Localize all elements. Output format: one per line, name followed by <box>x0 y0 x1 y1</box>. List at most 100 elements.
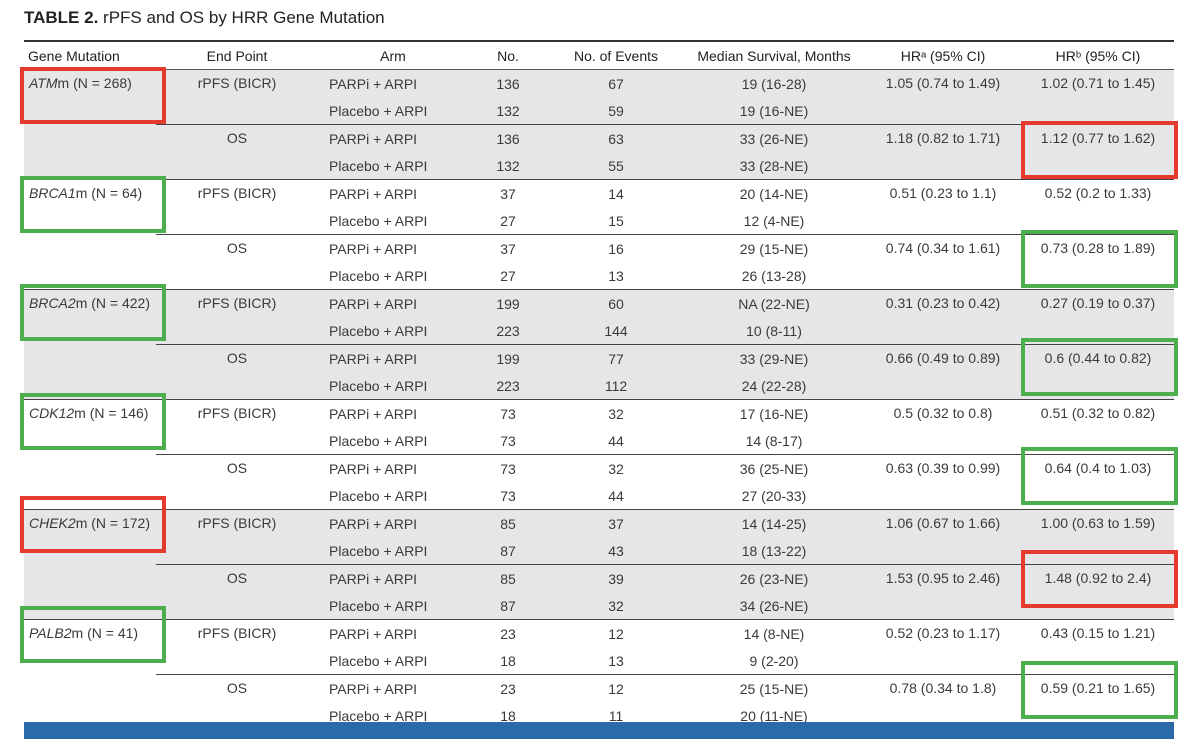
table-row: Placebo + ARPI 223 112 24 (22-28) <box>24 372 1174 400</box>
table-row: Placebo + ARPI 132 59 19 (16-NE) <box>24 97 1174 125</box>
hra-cell <box>864 262 1022 290</box>
table-caption: TABLE 2. rPFS and OS by HRR Gene Mutatio… <box>24 8 385 28</box>
n-cell: 27 <box>468 262 548 290</box>
median-survival-cell: 10 (8-11) <box>684 317 864 345</box>
n-cell: 73 <box>500 405 516 422</box>
arm-cell: Placebo + ARPI <box>318 317 468 345</box>
arm-cell: PARPi + ARPI <box>318 69 468 97</box>
gene-name: BRCA2 <box>29 295 76 311</box>
header-row: Gene Mutation End Point Arm No. No. of E… <box>24 42 1174 70</box>
col-header-gene: Gene Mutation <box>24 42 156 70</box>
hra-cell <box>864 207 1022 235</box>
endpoint-cell <box>156 262 318 290</box>
gene-mutation-cell <box>24 675 156 703</box>
arm-cell: Placebo + ARPI <box>318 97 468 125</box>
gene-mutation-cell <box>24 482 156 510</box>
hrr-table: Gene Mutation End Point Arm No. No. of E… <box>24 42 1174 730</box>
arm-cell: Placebo + ARPI <box>318 592 468 620</box>
endpoint-cell <box>156 97 318 125</box>
hrb-cell <box>1022 482 1174 510</box>
hra-cell <box>864 647 1022 675</box>
median-survival-cell: 27 (20-33) <box>684 482 864 510</box>
gene-count: m (N = 64) <box>75 185 143 201</box>
endpoint-cell: OS <box>226 460 248 476</box>
hra-cell: 0.5 (0.32 to 0.8) <box>893 405 993 421</box>
endpoint-cell <box>156 537 318 565</box>
median-survival-cell: 25 (15-NE) <box>739 680 809 697</box>
events-cell: 12 <box>608 625 624 642</box>
hrb-cell <box>1022 372 1174 400</box>
endpoint-cell <box>156 592 318 620</box>
arm-cell: PARPi + ARPI <box>318 289 468 317</box>
n-cell: 37 <box>500 240 516 257</box>
gene-count: m (N = 422) <box>75 295 150 311</box>
table-row: Placebo + ARPI 18 13 9 (2-20) <box>24 647 1174 675</box>
table-row: OS PARPi + ARPI 85 39 26 (23-NE) 1.53 (0.95 t… <box>24 564 1174 592</box>
events-cell: 16 <box>608 240 624 257</box>
table-row: Placebo + ARPI 87 32 34 (26-NE) <box>24 592 1174 620</box>
arm-cell: PARPi + ARPI <box>318 509 468 537</box>
arm-cell: PARPi + ARPI <box>329 460 418 477</box>
median-survival-cell: 26 (23-NE) <box>684 564 864 592</box>
n-cell: 199 <box>468 344 548 372</box>
n-cell: 27 <box>468 207 548 235</box>
hrb-cell <box>1022 427 1174 455</box>
table-row: OS PARPi + ARPI 199 77 33 (29-NE) 0.66 (0.49 … <box>24 344 1174 372</box>
gene-mutation-cell: BRCA2m (N = 422) <box>24 289 156 317</box>
table-row: OS PARPi + ARPI 136 63 33 (26-NE) 1.18 (0.82 … <box>24 124 1174 152</box>
endpoint-cell <box>156 317 318 345</box>
gene-name: BRCA1 <box>29 185 76 201</box>
table-row: PALB2m (N = 41) rPFS (BICR) PARPi + ARPI 23… <box>24 620 1174 648</box>
n-cell: 85 <box>468 564 548 592</box>
events-cell: 60 <box>548 289 684 317</box>
events-cell: 67 <box>548 69 684 97</box>
hrb-cell <box>1022 97 1174 125</box>
events-cell: 77 <box>548 344 684 372</box>
hrb-cell: 1.02 (0.71 to 1.45) <box>1022 69 1174 97</box>
events-cell: 44 <box>548 482 684 510</box>
col-header-hra: HRᵃ (95% CI) <box>864 42 1022 70</box>
endpoint-cell: rPFS (BICR) <box>156 289 318 317</box>
endpoint-cell: OS <box>156 124 318 152</box>
n-cell: 23 <box>500 625 516 642</box>
table-body: ATMm (N = 268) rPFS (BICR) PARPi + ARPI 136… <box>24 69 1174 730</box>
hrb-cell: 0.27 (0.19 to 0.37) <box>1022 289 1174 317</box>
table-row: Placebo + ARPI 132 55 33 (28-NE) <box>24 152 1174 180</box>
events-cell: 32 <box>608 460 624 477</box>
gene-mutation-cell <box>24 647 156 675</box>
endpoint-cell <box>156 482 318 510</box>
n-cell: 223 <box>468 317 548 345</box>
gene-mutation-cell <box>24 592 156 620</box>
median-survival-cell: 14 (8-NE) <box>743 625 805 642</box>
gene-mutation-cell <box>24 372 156 400</box>
events-cell: 14 <box>608 185 624 202</box>
median-survival-cell: 29 (15-NE) <box>739 240 809 257</box>
arm-cell: PARPi + ARPI <box>329 185 418 202</box>
col-header-arm: Arm <box>318 42 468 70</box>
gene-count: m (N = 41) <box>71 625 139 641</box>
hra-cell: 1.06 (0.67 to 1.66) <box>864 509 1022 537</box>
hra-cell <box>864 537 1022 565</box>
arm-cell: Placebo + ARPI <box>318 482 468 510</box>
gene-count: m (N = 268) <box>57 75 132 91</box>
n-cell: 199 <box>468 289 548 317</box>
gene-mutation-cell <box>24 235 156 263</box>
table-row: OS PARPi + ARPI 23 12 25 (15-NE) 0.78 (0.34 t… <box>24 675 1174 703</box>
gene-count: m (N = 172) <box>75 515 150 531</box>
gene-name: CHEK2 <box>29 515 76 531</box>
endpoint-cell: OS <box>156 564 318 592</box>
n-cell: 37 <box>500 185 516 202</box>
gene-mutation-cell: CHEK2m (N = 172) <box>24 509 156 537</box>
endpoint-cell <box>156 427 318 455</box>
table-row: OS PARPi + ARPI 73 32 36 (25-NE) 0.63 (0.39 t… <box>24 455 1174 483</box>
table-row: Placebo + ARPI 87 43 18 (13-22) <box>24 537 1174 565</box>
endpoint-cell <box>156 647 318 675</box>
hrb-cell <box>1022 537 1174 565</box>
gene-name: PALB2 <box>29 625 72 641</box>
table-row: ATMm (N = 268) rPFS (BICR) PARPi + ARPI 136… <box>24 69 1174 97</box>
arm-cell: PARPi + ARPI <box>318 344 468 372</box>
hra-cell: 0.51 (0.23 to 1.1) <box>889 185 997 201</box>
hra-cell: 0.66 (0.49 to 0.89) <box>864 344 1022 372</box>
table-container: Gene Mutation End Point Arm No. No. of E… <box>24 42 1174 730</box>
n-cell: 18 <box>468 647 548 675</box>
